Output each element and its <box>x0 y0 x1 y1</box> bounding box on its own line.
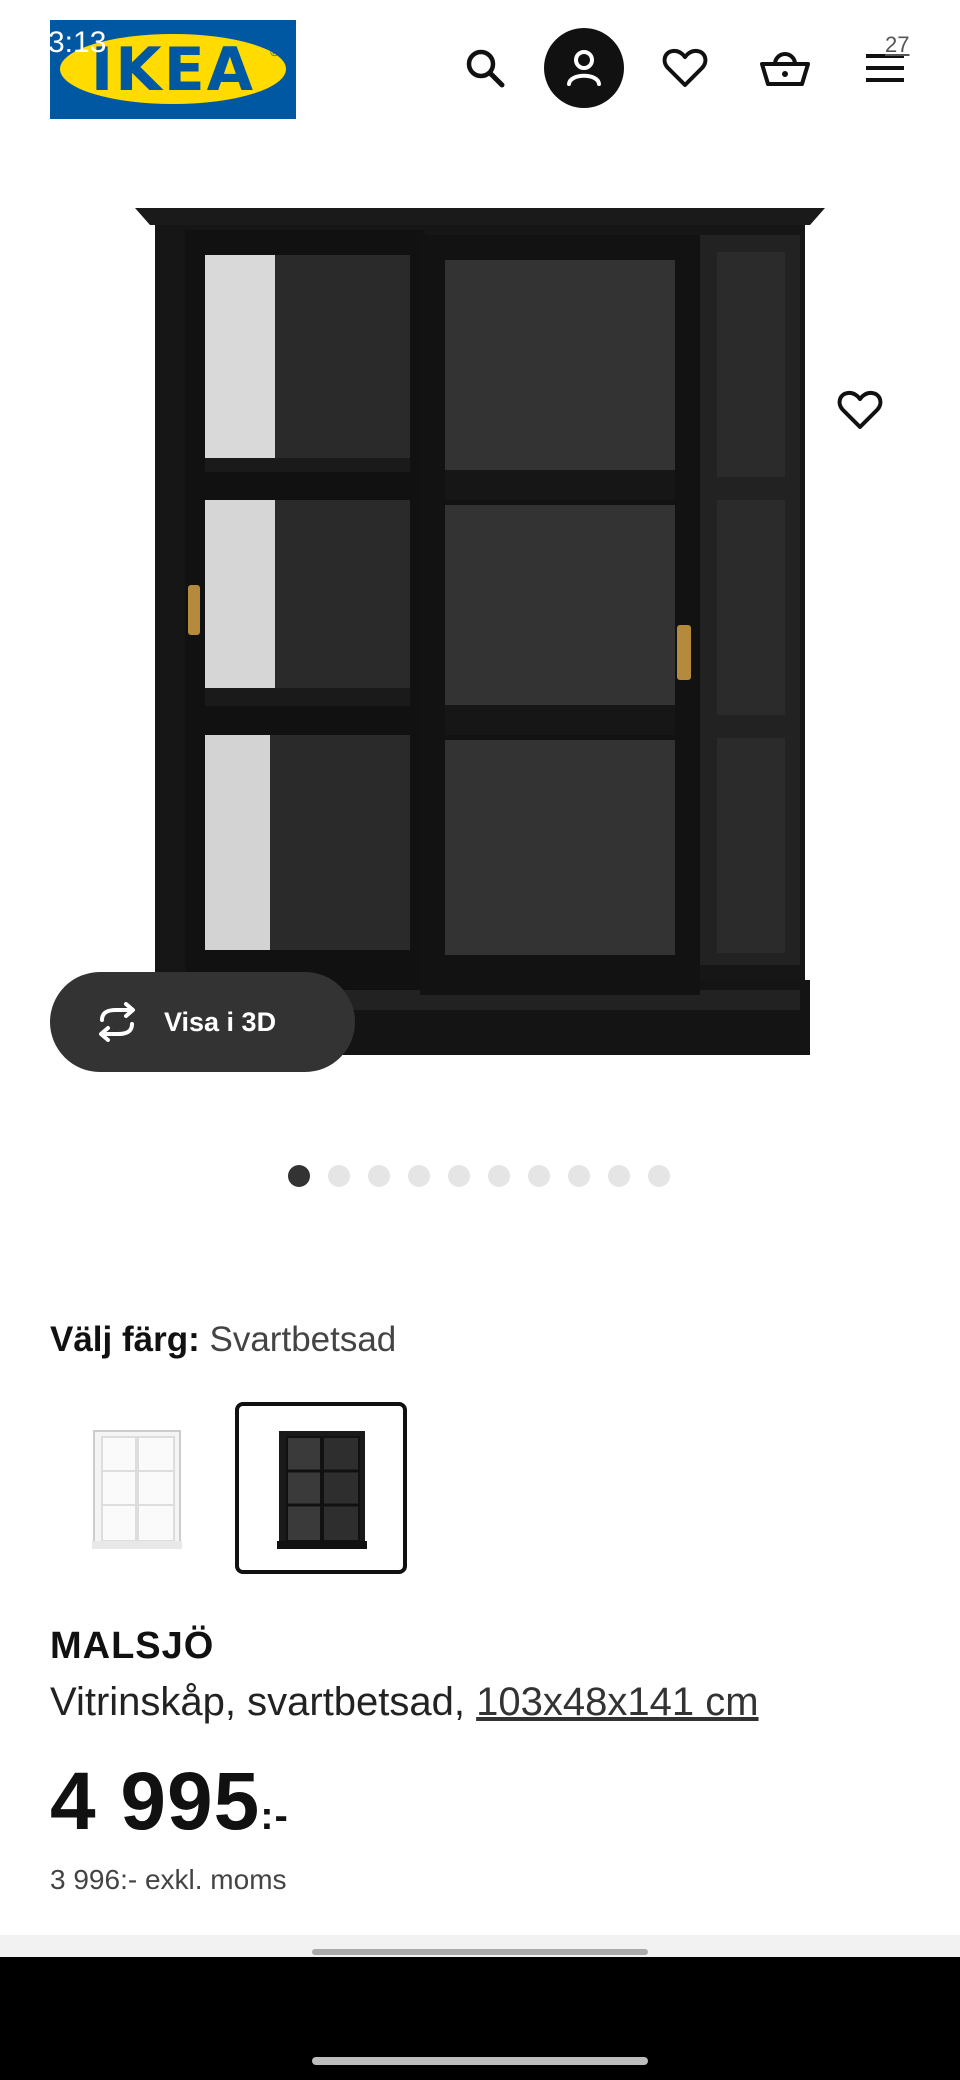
bottom-sheet-edge <box>0 1935 960 1957</box>
product-name: MALSJÖ <box>50 1625 215 1667</box>
price-suffix: :- <box>260 1794 289 1838</box>
product-image-gallery[interactable]: Visa i 3D <box>0 140 960 1200</box>
color-swatch-black[interactable] <box>235 1402 407 1574</box>
sheet-handle[interactable] <box>312 1949 648 1955</box>
status-time: 3:13 <box>48 26 107 59</box>
gesture-bar[interactable] <box>312 2057 648 2065</box>
view-in-3d-button[interactable]: Visa i 3D <box>50 972 355 1072</box>
menu-badge: 27 <box>885 32 910 57</box>
header: IKEA ® 3:13 27 <box>0 0 960 130</box>
profile-icon[interactable] <box>544 28 624 108</box>
pagination-dot[interactable] <box>328 1165 350 1187</box>
product-dimensions-link[interactable]: 103x48x141 cm <box>476 1680 758 1724</box>
price-value: 4 995 <box>50 1756 261 1847</box>
pagination-dot[interactable] <box>368 1165 390 1187</box>
search-icon[interactable] <box>445 28 525 108</box>
pagination-dot[interactable] <box>288 1165 310 1187</box>
heart-icon[interactable] <box>645 28 725 108</box>
product-description: Vitrinskåp, svartbetsad, 103x48x141 cm <box>50 1680 759 1725</box>
pagination-dot[interactable] <box>648 1165 670 1187</box>
color-picker-label: Välj färg: Svartbetsad <box>50 1320 396 1360</box>
rotate-3d-icon <box>99 1002 135 1042</box>
gallery-pagination <box>288 1165 670 1187</box>
pagination-dot[interactable] <box>568 1165 590 1187</box>
color-selected-value: Svartbetsad <box>209 1320 397 1359</box>
pagination-dot[interactable] <box>488 1165 510 1187</box>
pagination-dot[interactable] <box>528 1165 550 1187</box>
basket-icon[interactable] <box>745 28 825 108</box>
pagination-dot[interactable] <box>608 1165 630 1187</box>
product-type: Vitrinskåp, svartbetsad, <box>50 1680 477 1724</box>
color-label-prefix: Välj färg: <box>50 1320 200 1359</box>
pagination-dot[interactable] <box>408 1165 430 1187</box>
add-to-favourites-icon[interactable] <box>830 380 890 440</box>
system-nav-bar <box>0 1957 960 2080</box>
color-swatch-white[interactable] <box>50 1402 222 1574</box>
view-in-3d-label: Visa i 3D <box>164 1006 277 1037</box>
pagination-dot[interactable] <box>448 1165 470 1187</box>
product-price: 4 995:- <box>50 1755 289 1849</box>
price-excl-vat: 3 996:- exkl. moms <box>50 1864 287 1895</box>
